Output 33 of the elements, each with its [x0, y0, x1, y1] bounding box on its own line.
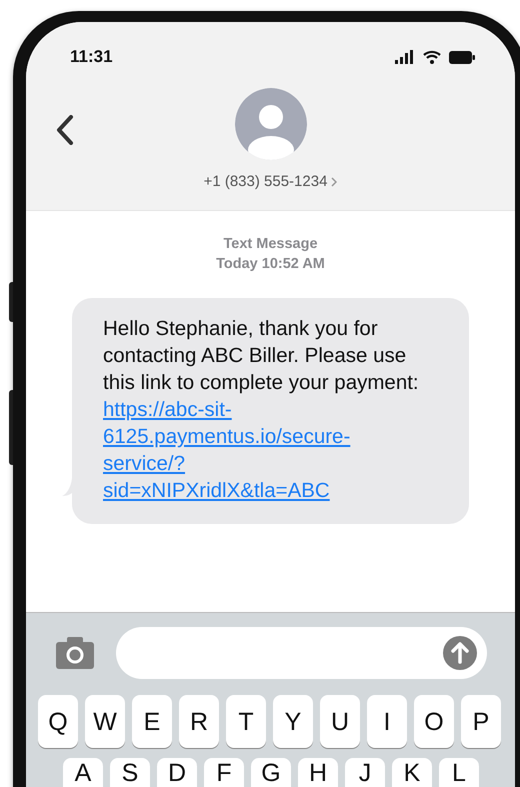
keyboard-key[interactable]: Y — [273, 695, 313, 748]
status-time: 11:31 — [70, 47, 113, 67]
message-input-field[interactable] — [116, 627, 487, 679]
message-type-label: Text Message — [223, 235, 318, 254]
back-icon[interactable] — [56, 115, 74, 145]
keyboard-key[interactable]: U — [320, 695, 360, 748]
keyboard-key[interactable]: E — [132, 695, 172, 748]
keyboard-key[interactable]: L — [439, 758, 479, 787]
keyboard-key[interactable]: H — [298, 758, 338, 787]
keyboard-key[interactable]: R — [179, 695, 219, 748]
keyboard-key[interactable]: I — [367, 695, 407, 748]
keyboard-key[interactable]: P — [461, 695, 501, 748]
contact-number[interactable]: +1 (833) 555-1234 — [204, 173, 328, 190]
message-text: Hello Stephanie, thank you for contacting ABC Biller. Please use this link to complete your payment: — [103, 316, 420, 396]
message-timestamp: Today 10:52 AM — [216, 255, 325, 274]
send-icon[interactable] — [443, 636, 477, 670]
keyboard-key[interactable]: F — [204, 758, 244, 787]
keyboard-key[interactable]: J — [345, 758, 385, 787]
keyboard-key[interactable]: D — [157, 758, 197, 787]
keyboard-key[interactable]: T — [226, 695, 266, 748]
keyboard-key[interactable]: Q — [38, 695, 78, 748]
keyboard-key[interactable]: W — [85, 695, 125, 748]
chevron-icon[interactable] — [331, 176, 338, 186]
camera-icon[interactable] — [56, 637, 94, 669]
wifi-icon — [423, 50, 441, 64]
keyboard-key[interactable]: O — [414, 695, 454, 748]
signal-icon — [395, 50, 415, 64]
keyboard-key[interactable]: A — [63, 758, 103, 787]
keyboard-key[interactable]: S — [110, 758, 150, 787]
keyboard-key[interactable]: K — [392, 758, 432, 787]
avatar-icon — [234, 88, 306, 160]
keyboard-key[interactable]: G — [251, 758, 291, 787]
battery-icon — [449, 50, 475, 64]
